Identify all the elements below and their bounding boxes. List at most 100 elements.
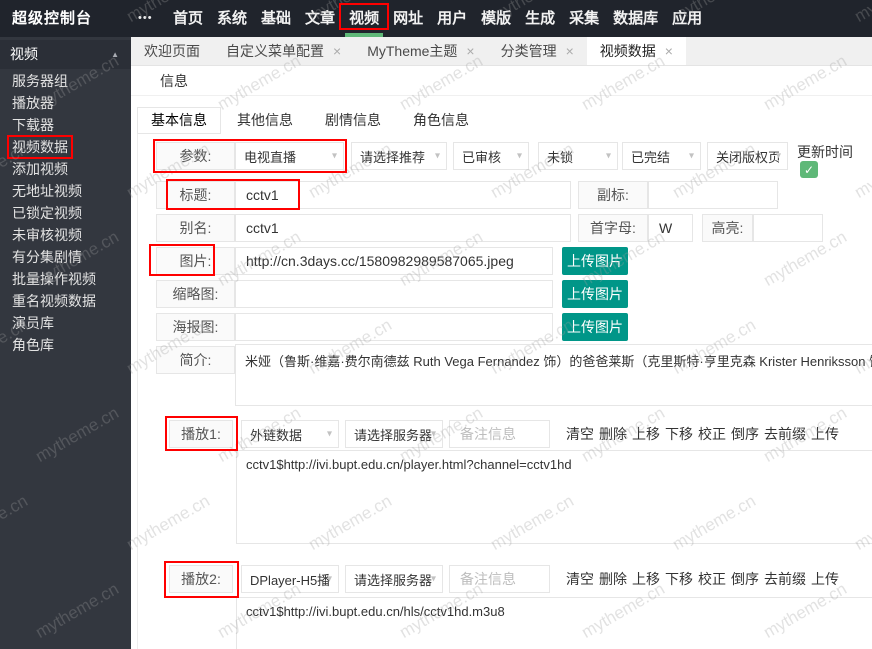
play1-server-select[interactable]: 请选择服务器▾ xyxy=(345,420,443,448)
panel-title: 信息 xyxy=(131,66,872,96)
close-icon[interactable]: × xyxy=(466,43,474,59)
sidebar-item-add-video[interactable]: 添加视频 xyxy=(0,158,131,180)
recommend-select[interactable]: 请选择推荐▾ xyxy=(351,142,447,170)
image-url-input[interactable] xyxy=(235,247,553,275)
sidebar-item-no-address-video[interactable]: 无地址视频 xyxy=(0,180,131,202)
page-tabbar: 欢迎页面× 自定义菜单配置× MyTheme主题× 分类管理× 视频数据× xyxy=(131,37,872,66)
play1-action-upload[interactable]: 上传 xyxy=(811,424,839,444)
tab-mytheme[interactable]: MyTheme主题× xyxy=(354,37,487,65)
close-icon[interactable]: × xyxy=(566,43,574,59)
title-input[interactable] xyxy=(235,181,571,209)
play2-action-correct[interactable]: 校正 xyxy=(698,569,726,589)
param-type-select[interactable]: 电视直播▾ xyxy=(235,142,344,170)
nav-item-database[interactable]: 数据库 xyxy=(606,0,665,37)
nav-item-video[interactable]: 视频 xyxy=(342,0,386,37)
play2-action-clear[interactable]: 清空 xyxy=(566,569,594,589)
play1-action-reverse[interactable]: 倒序 xyxy=(731,424,759,444)
nav-item-generate[interactable]: 生成 xyxy=(518,0,562,37)
audit-select[interactable]: 已审核▾ xyxy=(453,142,529,170)
alias-label: 别名: xyxy=(156,214,235,242)
chevron-down-icon: ▾ xyxy=(435,151,440,162)
sidebar-item-video-data[interactable]: 视频数据 xyxy=(0,136,131,158)
close-icon[interactable]: × xyxy=(665,43,673,59)
tab-welcome[interactable]: 欢迎页面× xyxy=(131,37,213,65)
nav-item-home[interactable]: 首页 xyxy=(166,0,210,37)
form-tab-plot-info[interactable]: 剧情信息 xyxy=(309,107,397,134)
play2-action-delete[interactable]: 删除 xyxy=(599,569,627,589)
lock-select[interactable]: 未锁▾ xyxy=(538,142,618,170)
initial-label: 首字母: xyxy=(578,214,648,242)
sidebar: 视频 ▲ 服务器组 播放器 下载器 视频数据 添加视频 无地址视频 已锁定视频 … xyxy=(0,37,131,649)
poster-label: 海报图: xyxy=(156,313,235,341)
nav-item-collect[interactable]: 采集 xyxy=(562,0,606,37)
play1-urls-textarea[interactable]: cctv1$http://ivi.bupt.edu.cn/player.html… xyxy=(236,450,872,544)
play2-action-move-up[interactable]: 上移 xyxy=(632,569,660,589)
thumbnail-url-input[interactable] xyxy=(235,280,553,308)
play2-server-select[interactable]: 请选择服务器▾ xyxy=(345,565,443,593)
play2-action-remove-prefix[interactable]: 去前缀 xyxy=(764,569,806,589)
play2-note-input[interactable] xyxy=(449,565,550,593)
image-upload-button[interactable]: 上传图片 xyxy=(562,247,628,275)
play2-action-move-down[interactable]: 下移 xyxy=(665,569,693,589)
tab-video-data[interactable]: 视频数据× xyxy=(587,37,686,65)
alias-input[interactable] xyxy=(235,214,571,242)
annotation-box-nav-video xyxy=(339,3,389,30)
nav-item-app[interactable]: 应用 xyxy=(665,0,709,37)
nav-item-website[interactable]: 网址 xyxy=(386,0,430,37)
sidebar-item-duplicate-video-data[interactable]: 重名视频数据 xyxy=(0,290,131,312)
sidebar-item-actor-library[interactable]: 演员库 xyxy=(0,312,131,334)
sidebar-item-downloader[interactable]: 下载器 xyxy=(0,114,131,136)
more-menu-icon[interactable]: ••• xyxy=(138,0,153,36)
form-tab-role-info[interactable]: 角色信息 xyxy=(397,107,485,134)
form-tab-basic-info[interactable]: 基本信息 xyxy=(137,107,221,134)
play1-action-clear[interactable]: 清空 xyxy=(566,424,594,444)
tab-custom-menu[interactable]: 自定义菜单配置× xyxy=(213,37,354,65)
play1-action-correct[interactable]: 校正 xyxy=(698,424,726,444)
sidebar-item-batch-operate-video[interactable]: 批量操作视频 xyxy=(0,268,131,290)
sidebar-group-video[interactable]: 视频 ▲ xyxy=(0,40,131,69)
intro-textarea[interactable]: 米娅（鲁斯·维嘉·费尔南德兹 Ruth Vega Fernandez 饰）的爸爸… xyxy=(235,344,872,406)
sidebar-item-role-library[interactable]: 角色库 xyxy=(0,334,131,356)
chevron-down-icon: ▾ xyxy=(431,429,436,440)
highlight-input[interactable] xyxy=(753,214,823,242)
play1-note-input[interactable] xyxy=(449,420,550,448)
chevron-down-icon: ▾ xyxy=(689,151,694,162)
topbar: 超级控制台 ••• 首页 系统 基础 文章 视频 网址 用户 模版 生成 采集 … xyxy=(0,0,872,37)
play1-action-remove-prefix[interactable]: 去前缀 xyxy=(764,424,806,444)
nav-item-basic[interactable]: 基础 xyxy=(254,0,298,37)
play1-action-move-down[interactable]: 下移 xyxy=(665,424,693,444)
nav-item-article[interactable]: 文章 xyxy=(298,0,342,37)
nav-item-user[interactable]: 用户 xyxy=(430,0,474,37)
play2-source-select[interactable]: DPlayer-H5播▾ xyxy=(241,565,339,593)
finish-select[interactable]: 已完结▾ xyxy=(622,142,701,170)
poster-upload-button[interactable]: 上传图片 xyxy=(562,313,628,341)
poster-url-input[interactable] xyxy=(235,313,553,341)
play2-urls-textarea[interactable]: cctv1$http://ivi.bupt.edu.cn/hls/cctv1hd… xyxy=(236,597,872,649)
sidebar-item-server-group[interactable]: 服务器组 xyxy=(0,70,131,92)
sidebar-item-unreviewed-video[interactable]: 未审核视频 xyxy=(0,224,131,246)
watermark-text: mytheme.cn xyxy=(851,139,872,203)
form-tab-other-info[interactable]: 其他信息 xyxy=(221,107,309,134)
play2-actions: 清空 删除 上移 下移 校正 倒序 去前缀 上传 xyxy=(566,565,839,593)
close-icon[interactable]: × xyxy=(333,43,341,59)
sidebar-item-episode-plot[interactable]: 有分集剧情 xyxy=(0,246,131,268)
subtitle-label: 副标: xyxy=(578,181,648,209)
copyright-select[interactable]: 关闭版权页▾ xyxy=(707,142,788,170)
play1-source-select[interactable]: 外链数据▾ xyxy=(241,420,339,448)
play1-action-delete[interactable]: 删除 xyxy=(599,424,627,444)
play2-action-upload[interactable]: 上传 xyxy=(811,569,839,589)
nav-item-template[interactable]: 模版 xyxy=(474,0,518,37)
thumbnail-label: 缩略图: xyxy=(156,280,235,308)
subtitle-input[interactable] xyxy=(648,181,778,209)
update-time-checkbox[interactable]: ✓ xyxy=(800,161,818,178)
play1-action-move-up[interactable]: 上移 xyxy=(632,424,660,444)
nav-item-system[interactable]: 系统 xyxy=(210,0,254,37)
tab-category[interactable]: 分类管理× xyxy=(488,37,587,65)
sidebar-item-player[interactable]: 播放器 xyxy=(0,92,131,114)
play1-actions: 清空 删除 上移 下移 校正 倒序 去前缀 上传 xyxy=(566,420,839,448)
thumbnail-upload-button[interactable]: 上传图片 xyxy=(562,280,628,308)
play2-action-reverse[interactable]: 倒序 xyxy=(731,569,759,589)
chevron-down-icon: ▾ xyxy=(327,574,332,585)
sidebar-item-locked-video[interactable]: 已锁定视频 xyxy=(0,202,131,224)
initial-input[interactable] xyxy=(648,214,693,242)
